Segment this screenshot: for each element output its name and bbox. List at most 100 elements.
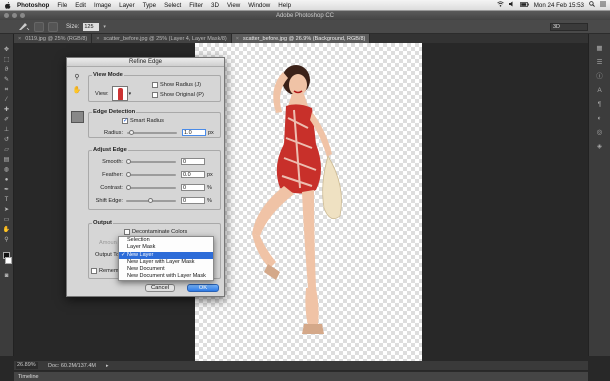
path-select-tool-icon[interactable]: ➤ — [2, 206, 11, 214]
pen-tool-icon[interactable]: ✒ — [2, 186, 11, 194]
smooth-slider[interactable] — [126, 158, 176, 164]
tab-close-icon[interactable]: × — [236, 36, 239, 42]
spotlight-search-icon[interactable] — [589, 1, 595, 9]
doc-size[interactable]: Doc: 60.2M/137.4M — [48, 363, 96, 369]
menu-edit[interactable]: Edit — [75, 2, 86, 9]
shape-tool-icon[interactable]: ▭ — [2, 216, 11, 224]
menu-help[interactable]: Help — [278, 2, 291, 9]
blur-tool-icon[interactable]: ◍ — [2, 166, 11, 174]
hand-tool-icon[interactable]: ✋ — [2, 226, 11, 234]
properties-panel-icon[interactable]: ☰ — [594, 58, 605, 68]
list-icon[interactable] — [600, 1, 606, 9]
shift-edge-slider[interactable] — [126, 197, 176, 203]
decontaminate-colors-checkbox[interactable] — [124, 229, 130, 235]
brush-mode-subtract-button[interactable] — [48, 21, 58, 32]
dropdown-option-selection[interactable]: Selection — [119, 237, 213, 244]
move-tool-icon[interactable]: ✥ — [2, 46, 11, 54]
gradient-tool-icon[interactable]: ▤ — [2, 156, 11, 164]
menu-image[interactable]: Image — [94, 2, 111, 9]
tab-0119[interactable]: × 0119.jpg @ 25% (RGB/8) — [14, 34, 93, 43]
smooth-input[interactable]: 0 — [181, 158, 205, 165]
history-brush-tool-icon[interactable]: ↺ — [2, 136, 11, 144]
minimize-window-button[interactable] — [12, 13, 17, 18]
tab-scatter-background[interactable]: × scatter_before.jpg @ 26.9% (Background… — [231, 34, 371, 43]
contrast-slider-knob[interactable] — [126, 184, 131, 190]
show-original-checkbox[interactable] — [152, 92, 158, 98]
menu-layer[interactable]: Layer — [119, 2, 134, 9]
dropdown-option-new-document[interactable]: New Document — [119, 266, 213, 273]
dropdown-option-new-layer[interactable]: New Layer — [119, 251, 213, 259]
ok-button[interactable]: OK — [187, 284, 219, 292]
workspace-selector[interactable]: 3D — [550, 23, 588, 31]
quick-select-tool-icon[interactable]: ✎ — [2, 76, 11, 84]
apple-icon[interactable] — [4, 1, 11, 9]
chevron-down-icon[interactable]: ▾ — [103, 24, 106, 30]
dropdown-option-new-document-with-mask[interactable]: New Document with Layer Mask — [119, 273, 213, 280]
eyedropper-tool-icon[interactable]: ⁄ — [2, 96, 11, 104]
chevron-down-icon[interactable]: ▾ — [129, 91, 132, 97]
lasso-tool-icon[interactable]: ϑ — [2, 66, 11, 74]
clock[interactable]: Mon 24 Feb 15:53 — [534, 2, 584, 9]
contrast-slider[interactable] — [126, 184, 176, 190]
healing-tool-icon[interactable]: ✚ — [2, 106, 11, 114]
background-color-swatch[interactable] — [5, 257, 12, 264]
contrast-input[interactable]: 0 — [181, 184, 205, 191]
shift-edge-slider-knob[interactable] — [148, 197, 153, 203]
smooth-slider-knob[interactable] — [126, 158, 131, 164]
dropdown-option-layer-mask[interactable]: Layer Mask — [119, 244, 213, 251]
menu-view[interactable]: View — [227, 2, 240, 9]
battery-icon[interactable] — [519, 1, 529, 9]
brush-tool-icon[interactable]: ✐ — [2, 116, 11, 124]
radius-input[interactable]: 1.0 — [182, 129, 206, 136]
brush-mode-add-button[interactable] — [34, 21, 44, 32]
color-panel-icon[interactable]: ◐ — [594, 114, 605, 124]
zoom-icon[interactable]: ⚲ — [71, 73, 83, 81]
timeline-panel-tab[interactable]: Timeline — [14, 371, 588, 381]
output-to-dropdown[interactable]: Selection Layer Mask New Layer New Layer… — [118, 236, 214, 281]
show-radius-checkbox[interactable] — [152, 82, 158, 88]
zoom-window-button[interactable] — [20, 13, 25, 18]
refine-radius-tool-icon[interactable] — [71, 111, 84, 123]
radius-slider-knob[interactable] — [129, 129, 134, 135]
zoom-tool-icon[interactable]: ⚲ — [2, 236, 11, 244]
tab-scatter-layer-mask[interactable]: × scatter_before.jpg @ 25% (Layer 4, Lay… — [92, 34, 232, 43]
chevron-right-icon[interactable]: ▸ — [106, 363, 109, 369]
info-panel-icon[interactable]: ⓘ — [594, 72, 605, 82]
feather-slider[interactable] — [126, 171, 176, 177]
tab-close-icon[interactable]: × — [18, 36, 21, 42]
radius-slider[interactable] — [127, 129, 177, 135]
paragraph-panel-icon[interactable]: ¶ — [594, 100, 605, 110]
history-panel-icon[interactable]: ▦ — [594, 44, 605, 54]
quick-mask-icon[interactable]: ◙ — [2, 272, 11, 280]
smart-radius-checkbox[interactable] — [122, 117, 128, 124]
menu-select[interactable]: Select — [164, 2, 181, 9]
feather-slider-knob[interactable] — [126, 171, 131, 177]
marquee-tool-icon[interactable]: ⬚ — [2, 56, 11, 64]
feather-input[interactable]: 0.0 — [181, 171, 205, 178]
hand-icon[interactable]: ✋ — [71, 86, 83, 94]
menu-app-name[interactable]: Photoshop — [17, 2, 49, 9]
remember-settings-checkbox[interactable] — [91, 268, 97, 274]
cancel-button[interactable]: Cancel — [145, 284, 175, 292]
stamp-tool-icon[interactable]: ⊥ — [2, 126, 11, 134]
close-window-button[interactable] — [4, 13, 9, 18]
dropdown-option-new-layer-with-mask[interactable]: New Layer with Layer Mask — [119, 259, 213, 266]
layers-panel-icon[interactable]: ◈ — [594, 142, 605, 152]
eraser-tool-icon[interactable]: ▱ — [2, 146, 11, 154]
shift-edge-input[interactable]: 0 — [181, 197, 205, 204]
character-panel-icon[interactable]: A — [594, 86, 605, 96]
menu-file[interactable]: File — [57, 2, 67, 9]
view-mode-thumbnail[interactable] — [111, 86, 128, 101]
size-input[interactable]: 125 — [83, 22, 100, 31]
menu-type[interactable]: Type — [143, 2, 156, 9]
wifi-icon[interactable] — [497, 1, 504, 9]
zoom-level-field[interactable]: 26.89% — [16, 362, 38, 369]
dodge-tool-icon[interactable]: ● — [2, 176, 11, 184]
tab-close-icon[interactable]: × — [96, 36, 99, 42]
adjustments-panel-icon[interactable]: ◎ — [594, 128, 605, 138]
tool-preset-icon[interactable] — [18, 21, 30, 33]
type-tool-icon[interactable]: T — [2, 196, 11, 204]
menu-filter[interactable]: Filter — [189, 2, 203, 9]
volume-icon[interactable] — [508, 1, 515, 9]
crop-tool-icon[interactable]: ⌗ — [2, 86, 11, 94]
